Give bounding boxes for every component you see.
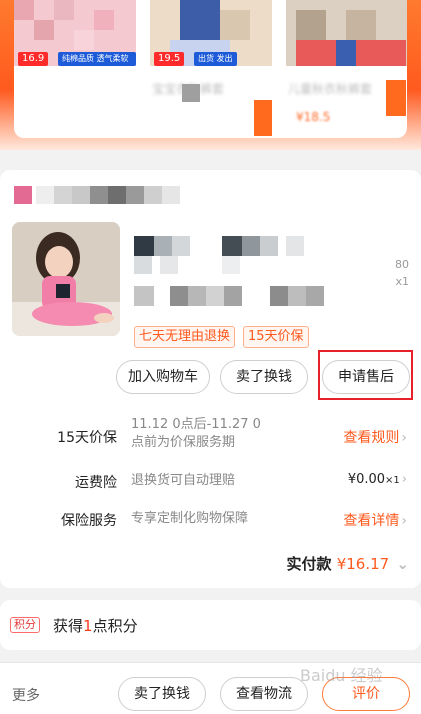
- chevron-right-icon: ›: [401, 430, 407, 446]
- price-protect-desc-line2: 点前为价保服务期: [131, 435, 236, 450]
- actual-payment-label: 实付款: [286, 555, 332, 573]
- sell-for-cash-bottom-button[interactable]: 卖了换钱: [118, 677, 206, 711]
- actual-payment[interactable]: 实付款 ¥16.17 ⌄: [286, 553, 409, 574]
- quantity: x1: [395, 275, 409, 288]
- view-rules-label: 查看规则: [343, 430, 400, 446]
- review-button[interactable]: 评价: [322, 677, 410, 711]
- bottom-action-bar: 更多 卖了换钱 查看物流 评价: [0, 662, 421, 714]
- price-badge: 16.9: [18, 52, 49, 66]
- actual-payment-amount: ¥16.17: [336, 555, 390, 573]
- badge-seven-day-return: 七天无理由退换: [134, 326, 236, 348]
- recommended-product[interactable]: 16.9 纯棉品质 透气柔软舒适: [14, 0, 136, 138]
- product-tag: 出货 发出: [194, 52, 237, 66]
- price-protect-desc-line1: 11.12 0点后-11.27 0: [131, 417, 261, 432]
- highlight-annotation-box: [318, 350, 413, 400]
- service-badges: 七天无理由退换 15天价保: [134, 326, 309, 348]
- shipping-insurance-value[interactable]: ¥0.00×1 ›: [348, 472, 407, 487]
- points-row: 积分 获得1点积分: [0, 600, 421, 650]
- price-badge: 19.5: [154, 52, 185, 66]
- blurred-block: [254, 100, 272, 136]
- product-tag: 纯棉品质 透气柔软舒适: [58, 52, 136, 77]
- insurance-service-label: 保险服务: [61, 513, 117, 529]
- price-fragment: 80: [395, 258, 409, 271]
- recommended-product[interactable]: 19.5 出货 发出 宝宝衣秋裤套: [150, 0, 272, 138]
- view-details-label: 查看详情: [343, 513, 400, 529]
- add-to-cart-button[interactable]: 加入购物车: [116, 360, 210, 394]
- product-image: [286, 0, 407, 66]
- shipping-insurance-desc: 退换货可自动理赔: [131, 473, 236, 488]
- shipping-insurance-multiplier: ×1: [385, 475, 400, 486]
- product-price: ¥18.5: [296, 110, 331, 124]
- product-name: 宝宝衣秋裤套: [152, 80, 272, 97]
- blurred-block: [386, 80, 406, 116]
- points-text: 获得1点积分: [53, 615, 138, 636]
- points-text-suffix: 点积分: [92, 617, 138, 635]
- recommendation-banner: 16.9 纯棉品质 透气柔软舒适 19.5 出货 发出 宝宝衣秋裤套: [0, 0, 421, 150]
- view-rules-link[interactable]: 查看规则 ›: [343, 427, 407, 447]
- points-number: 1: [83, 617, 93, 635]
- recommendation-card: 16.9 纯棉品质 透气柔软舒适 19.5 出货 发出 宝宝衣秋裤套: [14, 0, 407, 138]
- product-price-and-quantity: 80 x1: [395, 258, 409, 288]
- price-protect-desc: 11.12 0点后-11.27 0 点前为价保服务期: [131, 416, 261, 452]
- more-button[interactable]: 更多: [12, 685, 40, 705]
- order-card: 80 x1 七天无理由退换 15天价保 加入购物车 卖了换钱 申请售后 15天价…: [0, 170, 421, 588]
- view-logistics-button[interactable]: 查看物流: [220, 677, 308, 711]
- shipping-insurance-amount: ¥0.00: [347, 472, 386, 487]
- insurance-service-desc: 专享定制化购物保障: [131, 511, 249, 526]
- view-details-link[interactable]: 查看详情 ›: [343, 510, 407, 530]
- chevron-right-icon: ›: [401, 513, 407, 529]
- shipping-insurance-label: 运费险: [75, 475, 117, 491]
- product-thumbnail[interactable]: [12, 222, 120, 336]
- price-protect-label: 15天价保: [57, 430, 117, 446]
- blurred-block: [182, 84, 200, 102]
- recommended-product[interactable]: 儿童秋衣秋裤套 ¥18.5: [286, 0, 407, 138]
- chevron-down-icon: ⌄: [396, 555, 409, 573]
- badge-price-protect: 15天价保: [243, 326, 309, 348]
- product-photo: [12, 222, 120, 336]
- points-tag: 积分: [10, 617, 40, 633]
- points-text-prefix: 获得: [53, 617, 84, 635]
- sell-for-cash-button[interactable]: 卖了换钱: [220, 360, 308, 394]
- chevron-right-icon: ›: [401, 472, 407, 487]
